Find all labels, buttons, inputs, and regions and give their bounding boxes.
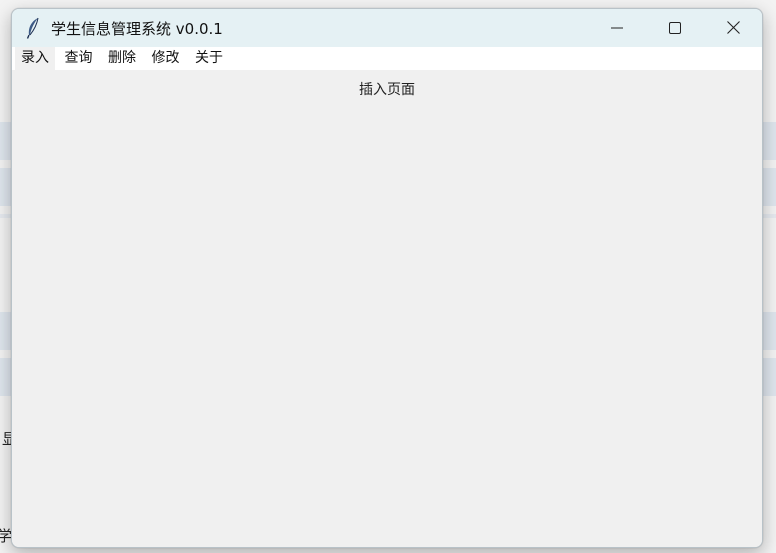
maximize-icon xyxy=(669,19,681,38)
window-title: 学生信息管理系统 v0.0.1 xyxy=(51,19,223,38)
title-bar[interactable]: 学生信息管理系统 v0.0.1 xyxy=(12,9,762,47)
maximize-button[interactable] xyxy=(646,9,704,47)
minimize-button[interactable] xyxy=(588,9,646,47)
feather-icon xyxy=(25,17,41,39)
close-icon xyxy=(726,19,740,38)
menu-item-modify[interactable]: 修改 xyxy=(146,47,186,70)
menu-item-query[interactable]: 查询 xyxy=(59,47,99,70)
page-label: 插入页面 xyxy=(359,82,415,98)
menu-bar: 录入 查询 删除 修改 关于 xyxy=(12,47,762,70)
app-window: 学生信息管理系统 v0.0.1 录入 查询 删除 修改 关于 插入页面 xyxy=(11,8,763,548)
close-button[interactable] xyxy=(704,9,762,47)
menu-item-enter[interactable]: 录入 xyxy=(15,47,55,70)
minimize-icon xyxy=(611,19,623,38)
window-controls xyxy=(588,9,762,47)
menu-item-about[interactable]: 关于 xyxy=(189,47,229,70)
content-area: 插入页面 xyxy=(12,70,762,547)
menu-item-delete[interactable]: 删除 xyxy=(102,47,142,70)
